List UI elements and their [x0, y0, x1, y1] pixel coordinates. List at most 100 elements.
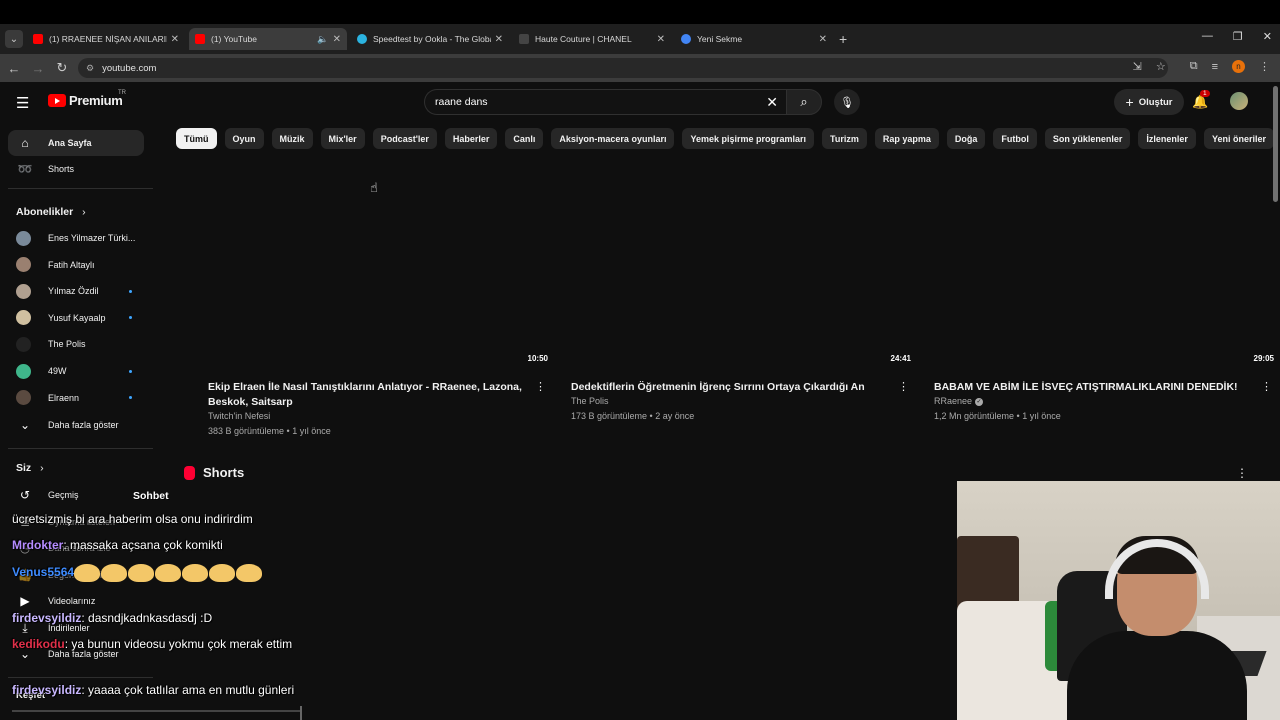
hamburger-icon[interactable]: ☰ [16, 94, 29, 112]
channel-name: RRaenee [934, 396, 973, 406]
profile-avatar-icon[interactable]: n [1232, 60, 1245, 73]
browser-toolbar: ← → ↻ ⚙ youtube.com ⇲ ☆ ⧉ ≡ n ⋮ [0, 54, 1280, 82]
more-vert-icon[interactable]: ⋮ [898, 380, 909, 393]
filter-chip[interactable]: Tümü [176, 128, 217, 149]
create-button[interactable]: + Oluştur [1114, 89, 1184, 115]
tab-0[interactable]: (1) RRAENEE NİŞAN ANILARINI ✕ [27, 28, 185, 50]
avatar [16, 336, 31, 352]
browser-menu-icon[interactable]: ⋮ [1259, 60, 1270, 73]
video-title[interactable]: Dedektiflerin Öğretmenin İğrenç Sırrını … [571, 380, 889, 395]
speaker-icon[interactable]: 🔈 [317, 34, 328, 45]
create-label: Oluştur [1138, 96, 1173, 108]
new-content-dot [129, 369, 132, 373]
filter-chip[interactable]: İzlenenler [1138, 128, 1196, 149]
page-scrollbar[interactable] [1273, 86, 1278, 202]
address-bar[interactable]: ⚙ youtube.com [78, 58, 1168, 78]
filter-chip[interactable]: Turizm [822, 128, 867, 149]
filter-chip[interactable]: Mix'ler [320, 128, 365, 149]
filter-chip[interactable]: Futbol [993, 128, 1037, 149]
notifications-button[interactable]: 🔔 1 [1192, 90, 1210, 110]
chat-text: massaka açsana çok komikti [70, 538, 223, 552]
tab-1[interactable]: (1) YouTube 🔈 ✕ [189, 28, 347, 50]
tab-3[interactable]: Haute Couture | CHANEL ✕ [513, 28, 671, 50]
filter-chip[interactable]: Haberler [444, 128, 498, 149]
tab-search-dropdown-icon[interactable]: ⌄ [5, 30, 23, 48]
video-thumbnail[interactable] [563, 174, 915, 368]
webcam-person-shirt [1067, 631, 1247, 720]
filter-chip[interactable]: Aksiyon-macera oyunları [551, 128, 675, 149]
chat-message: kedikodu: ya bunun videosu yokmu çok mer… [12, 635, 302, 654]
filter-chip[interactable]: Yeni öneriler [1203, 128, 1274, 149]
sidebar-item-subscription[interactable]: Elraenn [8, 385, 144, 411]
media-control-icon[interactable]: ≡ [1212, 61, 1218, 73]
tab-4[interactable]: Yeni Sekme ✕ [675, 28, 833, 50]
video-channel[interactable]: RRaenee ✓ [934, 396, 984, 406]
window-controls: — ❐ ✕ [1202, 30, 1272, 43]
sidebar-show-more[interactable]: ⌄ Daha fazla göster [8, 412, 144, 438]
install-app-icon[interactable]: ⇲ [1133, 60, 1142, 73]
sidebar-item-subscription[interactable]: The Polis [8, 331, 144, 357]
sidebar-item-subscription[interactable]: Yusuf Kayaalp [8, 305, 144, 331]
sidebar-item-subscription[interactable]: Fatih Altaylı [8, 252, 144, 278]
filter-chip[interactable]: Müzik [271, 128, 313, 149]
mic-icon: 🎙 [840, 96, 854, 109]
video-card[interactable]: 10:50 Ekip Elraen İle Nasıl Tanıştıkları… [200, 174, 552, 444]
tab-2[interactable]: Speedtest by Ookla - The Global ✕ [351, 28, 509, 50]
filter-chip[interactable]: Oyun [224, 128, 264, 149]
filter-chip[interactable]: Son yüklenenler [1044, 128, 1131, 149]
close-window-icon[interactable]: ✕ [1263, 30, 1272, 43]
sidebar-item-home[interactable]: ⌂ Ana Sayfa [8, 130, 144, 156]
filter-chip[interactable]: Yemek pişirme programları [682, 128, 815, 149]
filter-chip[interactable]: Podcast'ler [372, 128, 437, 149]
search-input[interactable]: raane dans ✕ [424, 89, 786, 115]
bookmark-star-icon[interactable]: ☆ [1156, 60, 1166, 73]
back-icon[interactable]: ← [2, 61, 26, 76]
site-info-icon[interactable]: ⚙ [86, 63, 94, 74]
sidebar-item-subscription[interactable]: Yılmaz Özdil [8, 278, 144, 304]
reload-icon[interactable]: ↻ [50, 60, 74, 76]
sidebar-item-subscription[interactable]: Enes Yilmazer Türki... [8, 225, 144, 251]
sidebar-item-label: Enes Yilmazer Türki... [48, 233, 136, 243]
you-title[interactable]: Siz › [16, 462, 44, 474]
video-card[interactable]: 29:05 BABAM VE ABİM İLE İSVEÇ ATIŞTIRMAL… [926, 174, 1278, 444]
close-icon[interactable]: ✕ [819, 34, 827, 45]
sidebar-item-label: Geçmiş [48, 490, 79, 500]
close-icon[interactable]: ✕ [766, 94, 778, 111]
close-icon[interactable]: ✕ [657, 34, 665, 45]
avatar [16, 390, 31, 406]
minimize-icon[interactable]: — [1202, 30, 1213, 43]
video-card[interactable]: 24:41 Dedektiflerin Öğretmenin İğrenç Sı… [563, 174, 915, 444]
restore-icon[interactable]: ❐ [1233, 30, 1243, 43]
video-thumbnail[interactable] [200, 174, 552, 368]
avatar [16, 363, 31, 379]
close-icon[interactable]: ✕ [333, 34, 341, 45]
chat-message: Mrdokter: massaka açsana çok komikti [12, 536, 302, 555]
search-button[interactable]: ⌕ [786, 89, 822, 115]
filter-chip[interactable]: Canlı [505, 128, 544, 149]
mic-button[interactable]: 🎙 [834, 89, 860, 115]
more-vert-icon[interactable]: ⋮ [535, 380, 546, 393]
youtube-premium-logo[interactable]: Premium TR [48, 90, 126, 108]
new-tab-icon[interactable]: + [839, 31, 847, 47]
more-vert-icon[interactable]: ⋮ [1261, 380, 1272, 393]
video-channel[interactable]: Twitch'in Nefesi [208, 411, 270, 421]
filter-chip[interactable]: Doğa [946, 128, 986, 149]
subscriptions-title[interactable]: Abonelikler › [16, 206, 86, 218]
video-thumbnail[interactable] [926, 174, 1278, 368]
extensions-icon[interactable]: ⧉ [1190, 60, 1198, 73]
video-channel[interactable]: The Polis [571, 396, 609, 406]
tab-title: Speedtest by Ookla - The Global [373, 34, 491, 44]
sidebar-item-history[interactable]: ↺ Geçmiş [8, 482, 144, 508]
sidebar-item-shorts[interactable]: ➿ Shorts [8, 156, 144, 182]
forward-icon[interactable]: → [26, 61, 50, 76]
close-icon[interactable]: ✕ [171, 34, 179, 45]
sidebar-item-subscription[interactable]: 49W [8, 358, 144, 384]
filter-chip[interactable]: Rap yapma [874, 128, 939, 149]
video-duration: 24:41 [890, 354, 911, 363]
chat-text: dasndjkadnkasdasdj :D [88, 611, 213, 625]
more-vert-icon[interactable]: ⋮ [1236, 466, 1248, 480]
video-title[interactable]: Ekip Elraen İle Nasıl Tanıştıklarını Anl… [208, 380, 526, 410]
avatar[interactable] [1230, 92, 1248, 110]
video-title[interactable]: BABAM VE ABİM İLE İSVEÇ ATIŞTIRMALIKLARI… [934, 380, 1252, 395]
close-icon[interactable]: ✕ [495, 34, 503, 45]
